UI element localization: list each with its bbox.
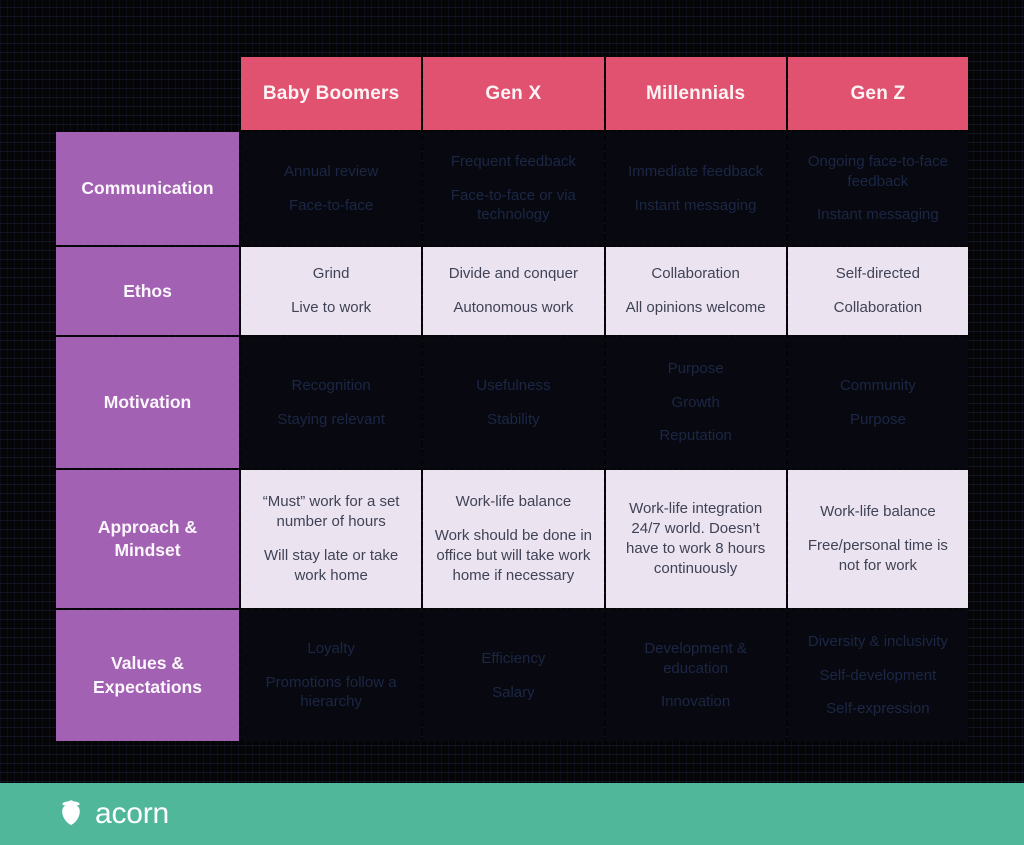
cell-line: Self-expression (826, 700, 930, 718)
cell-line: Innovation (661, 693, 731, 711)
cell-line: Community (839, 376, 916, 394)
cell-line: Autonomous work (453, 299, 574, 317)
table-cell: Work-life balance Work should be done in … (423, 470, 604, 609)
cell-line: Staying relevant (277, 410, 385, 428)
cell-line: Stability (487, 410, 540, 428)
cell-line: Face-to-face (289, 196, 374, 214)
table-body: Communication Annual review Face-to-face Fr… (56, 132, 968, 741)
table-corner-cell (56, 57, 239, 130)
table-cell: Frequent feedback Face-to-face or via tec… (423, 132, 604, 246)
cell-line: Work-life balance (820, 503, 936, 521)
cell-line: “Must” work for a set number of hours (262, 493, 400, 531)
table-cell: Grind Live to work (241, 247, 422, 336)
cell-line: Salary (492, 683, 535, 701)
table-cell: Recognition Staying relevant (241, 337, 422, 468)
column-header-millennials: Millennials (605, 57, 786, 130)
cell-line: Reputation (659, 427, 732, 445)
row-header-approach-mindset: Approach & Mindset (56, 470, 239, 609)
table-row: Motivation Recognition Staying relevant Use… (56, 337, 968, 468)
table-cell: Work-life balance Free/personal time is n… (787, 470, 968, 609)
table-header: Baby Boomers Gen X Millennials Gen Z (56, 57, 968, 130)
cell-line: Collaboration (833, 299, 923, 317)
row-header-ethos: Ethos (56, 247, 239, 336)
cell-line: Live to work (291, 299, 372, 317)
table-cell: Efficiency Salary (423, 610, 604, 741)
cell-line: Collaboration (651, 265, 740, 283)
cell-line: Usefulness (476, 376, 551, 394)
cell-line: Grind (312, 265, 350, 283)
cell-line: Loyalty (307, 639, 355, 657)
table-row: Ethos Grind Live to work Divide and conquer… (56, 247, 968, 336)
table-row: Values & Expectations Loyalty Promotions f… (56, 610, 968, 741)
row-header-communication: Communication (56, 132, 239, 246)
cell-line: Growth (671, 393, 720, 411)
cell-line: Self-directed (835, 265, 920, 283)
table-cell: Purpose Growth Reputation (605, 337, 786, 468)
footer-brand-band: acorn (0, 783, 1024, 845)
table-cell: Work-life integration 24/7 world. Doesn’… (605, 470, 786, 609)
cell-line: Instant messaging (817, 206, 939, 224)
table-header-row: Baby Boomers Gen X Millennials Gen Z (56, 57, 968, 130)
row-header-values-expectations: Values & Expectations (56, 610, 239, 741)
cell-line: Annual review (284, 162, 379, 180)
column-header-gen-x: Gen X (423, 57, 604, 130)
table-cell: Ongoing face-to-face feedback Instant mes… (787, 132, 968, 246)
table-row: Communication Annual review Face-to-face Fr… (56, 132, 968, 246)
cell-line: Recognition (291, 376, 371, 394)
cell-line: Work-life integration 24/7 world. Doesn’… (626, 500, 766, 577)
table-cell: Development & education Innovation (605, 610, 786, 741)
cell-line: Purpose (849, 410, 906, 428)
cell-line: Development & education (644, 639, 747, 677)
table-cell: Annual review Face-to-face (241, 132, 422, 246)
cell-line: Will stay late or take work home (264, 547, 399, 584)
cell-line: Work should be done in office but will t… (434, 527, 593, 584)
table-cell: Community Purpose (787, 337, 968, 468)
cell-line: Efficiency (481, 649, 546, 667)
cell-line: Free/personal time is not for work (807, 537, 948, 574)
column-header-baby-boomers: Baby Boomers (241, 57, 422, 130)
table-cell: Diversity & inclusivity Self-development S… (787, 610, 968, 741)
brand-lockup: acorn (58, 798, 169, 831)
table-cell: Self-directed Collaboration (787, 247, 968, 336)
table-cell: “Must” work for a set number of hours Wil… (241, 470, 422, 609)
cell-line: Purpose (667, 359, 724, 377)
cell-line: Frequent feedback (450, 152, 576, 170)
cell-line: Diversity & inclusivity (807, 632, 948, 650)
generations-comparison-table-wrapper: Baby Boomers Gen X Millennials Gen Z Commun… (54, 55, 970, 743)
table-cell: Immediate feedback Instant messaging (605, 132, 786, 246)
cell-line: Instant messaging (634, 196, 757, 214)
cell-line: Immediate feedback (628, 162, 764, 180)
cell-line: All opinions welcome (625, 299, 766, 317)
acorn-icon (58, 798, 84, 831)
generations-comparison-table: Baby Boomers Gen X Millennials Gen Z Commun… (54, 55, 970, 743)
row-header-motivation: Motivation (56, 337, 239, 468)
brand-wordmark: acorn (95, 797, 170, 830)
table-cell: Loyalty Promotions follow a hierarchy (241, 610, 422, 741)
cell-line: Ongoing face-to-face feedback (807, 152, 948, 190)
table-cell: Usefulness Stability (423, 337, 604, 468)
table-row: Approach & Mindset “Must” work for a set … (56, 470, 968, 609)
table-cell: Collaboration All opinions welcome (605, 247, 786, 336)
cell-line: Promotions follow a hierarchy (265, 673, 397, 711)
cell-line: Self-development (819, 666, 937, 684)
table-cell: Divide and conquer Autonomous work (423, 247, 604, 336)
cell-line: Face-to-face or via technology (450, 186, 576, 224)
cell-line: Work-life balance (455, 493, 572, 511)
cell-line: Divide and conquer (448, 265, 578, 283)
column-header-gen-z: Gen Z (787, 57, 968, 130)
